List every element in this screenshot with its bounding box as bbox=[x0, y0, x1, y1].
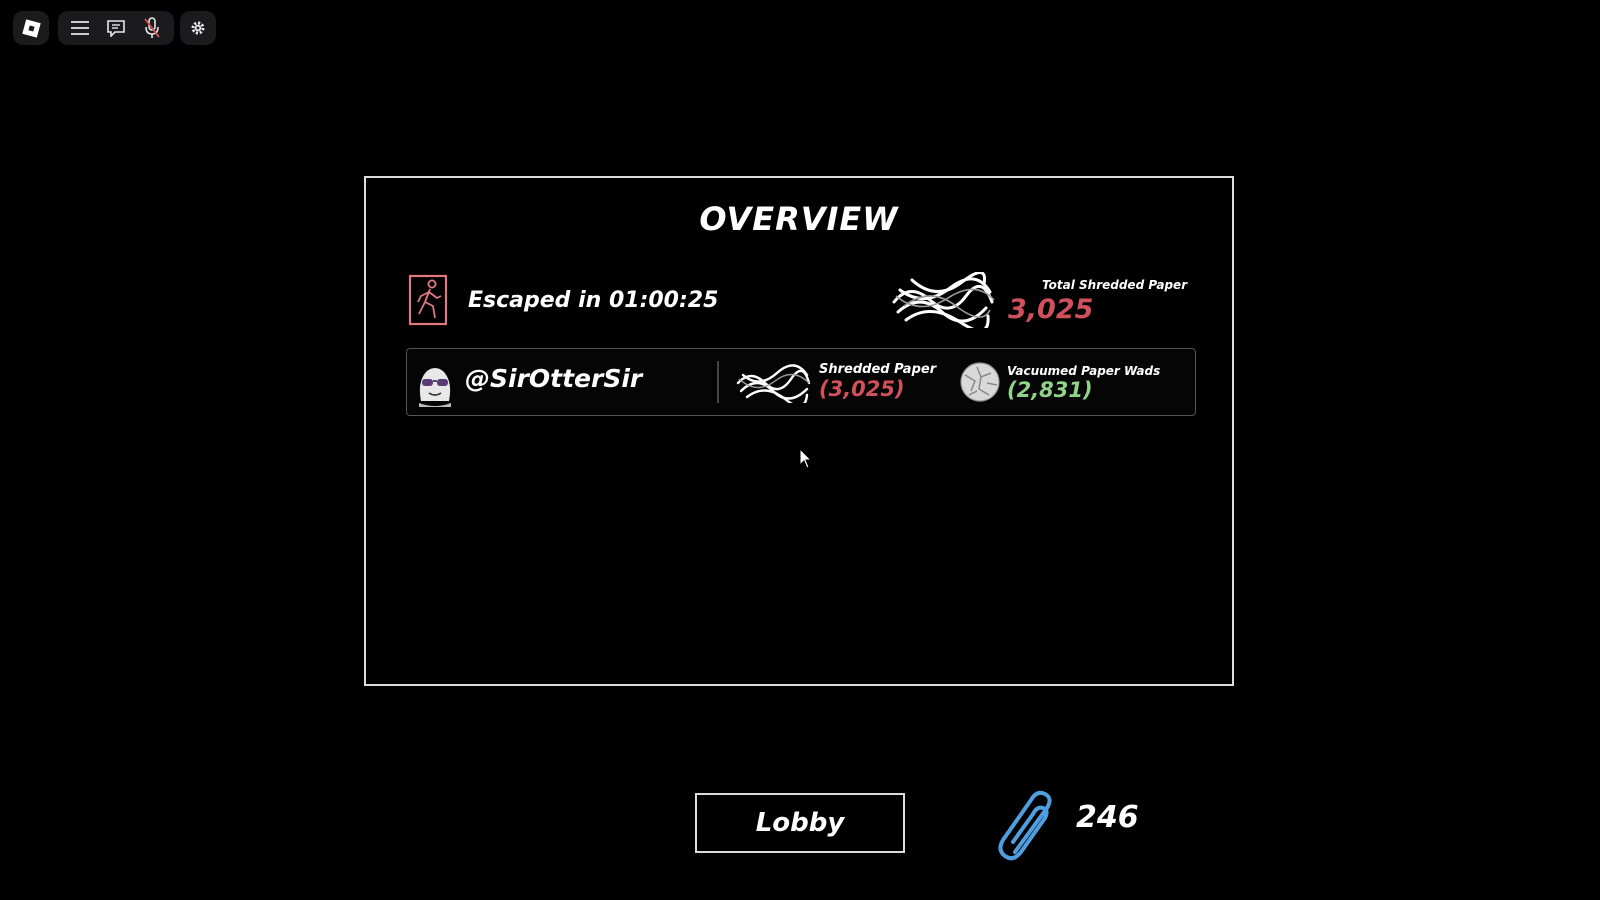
microphone-icon[interactable] bbox=[140, 16, 164, 40]
roblox-toolbar bbox=[58, 11, 174, 45]
avatar bbox=[419, 368, 451, 407]
shredded-paper-icon bbox=[736, 364, 811, 403]
mouse-cursor-icon bbox=[799, 448, 813, 469]
overview-title: OVERVIEW bbox=[699, 200, 899, 238]
hamburger-menu-icon[interactable] bbox=[68, 16, 92, 40]
player-row: @SirOtterSir Shredded Paper (3,025) Vacu… bbox=[406, 348, 1196, 416]
escape-time-text: Escaped in 01:00:25 bbox=[468, 288, 719, 313]
settings-button[interactable] bbox=[180, 11, 216, 45]
shredded-paper-value: (3,025) bbox=[819, 377, 905, 401]
paperclip-icon bbox=[998, 790, 1052, 861]
roblox-menu-button[interactable] bbox=[13, 11, 49, 45]
lobby-button[interactable]: Lobby bbox=[695, 793, 905, 853]
total-shredded-value: 3,025 bbox=[1008, 294, 1094, 325]
paper-wad-icon bbox=[960, 362, 1000, 402]
vacuumed-wads-value: (2,831) bbox=[1007, 378, 1093, 402]
player-username: @SirOtterSir bbox=[465, 364, 643, 393]
row-divider bbox=[717, 361, 719, 403]
shredded-paper-icon bbox=[892, 272, 995, 328]
roblox-logo-icon bbox=[21, 18, 41, 38]
emergency-exit-icon bbox=[408, 274, 448, 326]
shredded-paper-label: Shredded Paper bbox=[819, 362, 937, 377]
paperclip-count: 246 bbox=[1076, 800, 1139, 835]
total-shredded-label: Total Shredded Paper bbox=[1042, 278, 1188, 292]
gear-icon bbox=[191, 21, 205, 35]
vacuumed-wads-label: Vacuumed Paper Wads bbox=[1007, 364, 1161, 378]
chat-icon[interactable] bbox=[104, 16, 128, 40]
overview-panel: OVERVIEW Escaped in 01:00:25 Total Shred… bbox=[364, 176, 1234, 686]
